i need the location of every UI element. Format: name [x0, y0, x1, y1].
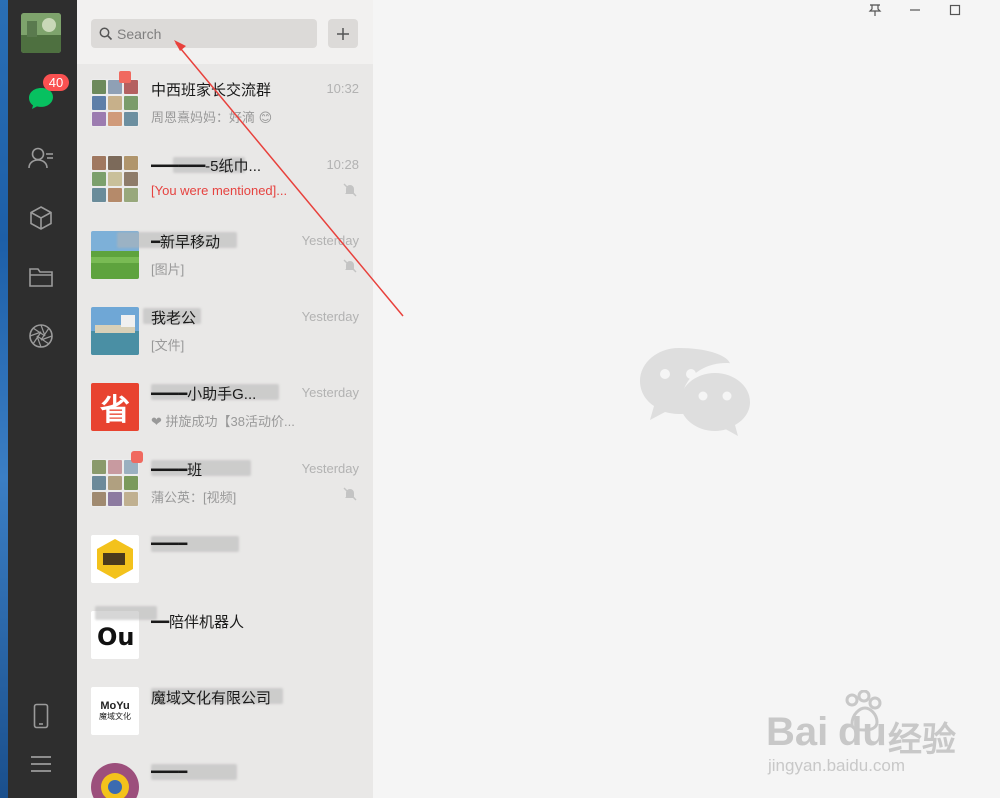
chat-name: 我老公 — [151, 310, 197, 327]
chat-item[interactable]: 我老公 Yesterday [文件] — [77, 292, 373, 368]
yellow-logo-avatar — [97, 539, 133, 579]
chat-avatar — [91, 763, 139, 798]
unread-marker — [131, 451, 143, 463]
search-icon — [99, 27, 113, 40]
nav-chats-button[interactable]: 40 — [23, 74, 69, 116]
chat-name: ━━━━ — [151, 764, 188, 781]
chat-preview: [You were mentioned]... — [151, 183, 327, 198]
chat-item[interactable]: 省 ━━━━小助手G... Yesterday ❤ 拼旋成功【38活动价... — [77, 368, 373, 444]
mention-text: [You were mentioned]... — [151, 183, 288, 198]
chat-preview: [图片] — [151, 262, 185, 277]
search-box[interactable] — [91, 19, 317, 48]
watermark-brand-2: du — [838, 710, 887, 754]
maximize-icon — [949, 4, 961, 16]
nav-sidebar: 40 — [8, 0, 77, 798]
chat-name: 魔域文化有限公司 — [151, 690, 272, 707]
unread-badge: 40 — [43, 74, 69, 91]
chat-time: 10:28 — [326, 157, 359, 172]
search-bar — [77, 0, 373, 64]
chat-item[interactable]: ━━━━━━-5纸巾... 10:28 [You were mentioned]… — [77, 140, 373, 216]
mute-bell-icon — [343, 183, 357, 197]
moyu-avatar: MoYu 魔域文化 — [91, 687, 139, 735]
chat-preview: 周恩熹妈妈：好滴 😊 — [151, 110, 273, 125]
chat-item[interactable]: 中西班家长交流群 10:32 周恩熹妈妈：好滴 😊 — [77, 64, 373, 140]
group-avatar — [91, 79, 139, 127]
watermark-url: jingyan.baidu.com — [768, 756, 906, 775]
wechat-logo-icon — [640, 348, 750, 436]
chat-name: ━━━━━━-5纸巾... — [151, 158, 262, 175]
chat-time: Yesterday — [301, 385, 359, 400]
nav-favorites-button[interactable] — [23, 200, 59, 236]
sheng-avatar: 省 — [91, 383, 139, 431]
chat-preview: 蒲公英：[视频] — [151, 490, 237, 505]
phone-icon — [33, 703, 49, 729]
target-logo-avatar — [91, 763, 139, 798]
cube-icon — [30, 206, 52, 230]
mute-bell-icon — [343, 487, 357, 501]
pin-window-button[interactable] — [855, 0, 895, 20]
chat-item[interactable]: ━新早移动 Yesterday [图片] — [77, 216, 373, 292]
watermark-cn: 经验 — [888, 721, 956, 759]
search-input[interactable] — [117, 25, 307, 42]
nav-moments-button[interactable] — [23, 318, 59, 354]
minimize-icon — [910, 9, 920, 11]
unread-marker — [119, 71, 131, 83]
chat-time: Yesterday — [301, 461, 359, 476]
seaside-avatar-image — [91, 307, 139, 355]
avatar-logo-text: MoYu — [100, 700, 130, 712]
pin-icon — [868, 4, 882, 16]
chat-time: 10:32 — [326, 81, 359, 96]
mute-bell-icon — [343, 259, 357, 273]
avatar-glyph: 省 — [100, 393, 130, 428]
chat-avatar — [91, 307, 139, 355]
nav-files-button[interactable] — [23, 259, 59, 295]
folder-icon — [29, 268, 53, 287]
maximize-button[interactable] — [935, 0, 975, 20]
chat-time: Yesterday — [301, 233, 359, 248]
group-avatar — [91, 459, 139, 507]
chat-list-panel: 中西班家长交流群 10:32 周恩熹妈妈：好滴 😊 ━━━━━━-5纸巾... … — [77, 0, 373, 798]
chat-item[interactable]: MoYu 魔域文化 魔域文化有限公司 — [77, 672, 373, 748]
minimize-button[interactable] — [895, 0, 935, 20]
aperture-icon — [29, 324, 53, 348]
chat-item[interactable]: Ou ━━陪伴机器人 — [77, 596, 373, 672]
desktop-background-strip — [0, 0, 8, 798]
plus-icon — [337, 27, 349, 40]
chat-preview: [文件] — [151, 338, 185, 353]
svg-text:Ou: Ou — [97, 623, 135, 651]
avatar-logo-subtext: 魔域文化 — [99, 712, 131, 721]
chat-avatar — [91, 535, 139, 583]
user-avatar[interactable] — [21, 13, 61, 53]
chat-item[interactable]: ━━━━ — [77, 748, 373, 798]
watermark-brand: Bai — [766, 710, 829, 754]
baidu-jingyan-watermark: Bai du 经验 jingyan.baidu.com — [766, 688, 966, 778]
group-avatar — [91, 155, 139, 203]
nav-phone-button[interactable] — [23, 698, 59, 734]
nav-menu-button[interactable] — [23, 746, 59, 782]
chat-name: ━━━━ — [151, 536, 188, 553]
chat-name: 中西班家长交流群 — [151, 82, 272, 99]
chat-preview: ❤ 拼旋成功【38活动价... — [151, 414, 295, 429]
contacts-icon — [28, 147, 53, 169]
chat-time: Yesterday — [301, 309, 359, 324]
avatar-image — [21, 13, 61, 53]
hamburger-menu-icon — [31, 756, 51, 772]
add-chat-button[interactable] — [328, 19, 358, 48]
nav-contacts-button[interactable] — [23, 140, 59, 176]
chat-name: ━━陪伴机器人 — [151, 614, 245, 631]
chat-name: ━新早移动 — [151, 234, 221, 251]
chat-item[interactable]: ━━━━ — [77, 520, 373, 596]
chat-item[interactable]: ━━━━班 Yesterday 蒲公英：[视频] — [77, 444, 373, 520]
main-panel: Bai du 经验 jingyan.baidu.com — [373, 0, 1000, 798]
redacted-text — [95, 606, 157, 620]
chat-name: ━━━━小助手G... — [151, 386, 257, 403]
chat-name: ━━━━班 — [151, 462, 203, 479]
